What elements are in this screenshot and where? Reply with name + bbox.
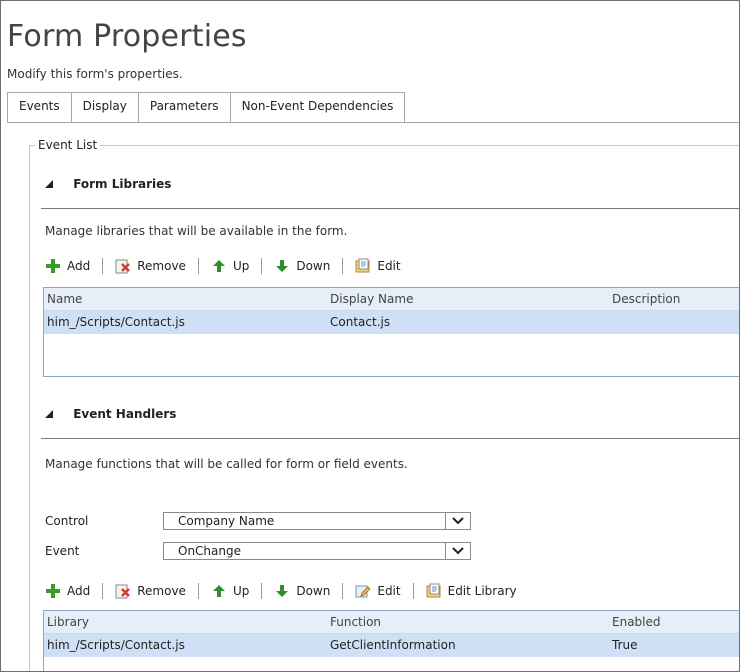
toolbar-separator — [342, 583, 344, 599]
edit-label: Edit — [377, 259, 401, 273]
remove-icon — [115, 583, 131, 599]
tab-non-event-dependencies[interactable]: Non-Event Dependencies — [229, 92, 406, 122]
control-select[interactable]: Company Name — [163, 512, 471, 530]
move-up-button[interactable]: Up — [211, 583, 249, 599]
edit-library-button[interactable]: Edit Library — [426, 583, 517, 599]
move-down-button[interactable]: Down — [274, 258, 330, 274]
down-label: Down — [296, 584, 331, 598]
chevron-down-icon[interactable] — [445, 543, 470, 559]
grid-header: Name Display Name Description — [44, 288, 739, 311]
remove-library-button[interactable]: Remove — [115, 258, 186, 274]
chevron-down-icon[interactable] — [445, 513, 470, 529]
add-library-button[interactable]: Add — [45, 258, 90, 274]
page-subtitle: Modify this form's properties. — [7, 67, 183, 81]
cell-library: him_/Scripts/Contact.js — [47, 638, 185, 652]
remove-label: Remove — [137, 259, 186, 273]
table-row[interactable]: him_/Scripts/Contact.js Contact.js — [44, 311, 739, 334]
column-header-description[interactable]: Description — [612, 288, 680, 310]
add-icon — [45, 583, 61, 599]
cell-name: him_/Scripts/Contact.js — [47, 315, 185, 329]
page-title: Form Properties — [7, 19, 247, 54]
move-down-button[interactable]: Down — [274, 583, 330, 599]
toolbar-separator — [342, 258, 344, 274]
arrow-down-icon — [274, 258, 290, 274]
control-select-value: Company Name — [178, 514, 275, 528]
collapse-triangle-icon[interactable] — [45, 177, 59, 191]
tab-parameters[interactable]: Parameters — [137, 92, 231, 122]
column-header-enabled[interactable]: Enabled — [612, 611, 661, 633]
tab-strip: Events Display Parameters Non-Event Depe… — [7, 92, 406, 123]
collapse-triangle-icon[interactable] — [45, 407, 59, 421]
toolbar-separator — [102, 583, 104, 599]
add-handler-button[interactable]: Add — [45, 583, 90, 599]
control-label: Control — [45, 514, 89, 528]
form-libraries-header[interactable]: Form Libraries — [45, 177, 171, 191]
toolbar-separator — [197, 583, 199, 599]
edit-handler-button[interactable]: Edit — [355, 583, 401, 599]
column-header-library[interactable]: Library — [47, 611, 89, 633]
event-label: Event — [45, 544, 80, 558]
event-select[interactable]: OnChange — [163, 542, 471, 560]
event-handlers-description: Manage functions that will be called for… — [45, 457, 408, 471]
cell-enabled: True — [612, 638, 638, 652]
toolbar-separator — [261, 258, 263, 274]
table-row[interactable]: him_/Scripts/Contact.js GetClientInforma… — [44, 634, 739, 657]
toolbar-separator — [102, 258, 104, 274]
event-handlers-heading: Event Handlers — [73, 407, 177, 421]
section-divider — [41, 208, 739, 209]
section-divider — [41, 438, 739, 439]
remove-icon — [115, 258, 131, 274]
toolbar-separator — [412, 583, 414, 599]
cell-display-name: Contact.js — [330, 315, 391, 329]
column-header-name[interactable]: Name — [47, 288, 82, 310]
add-label: Add — [67, 259, 91, 273]
add-icon — [45, 258, 61, 274]
grid-header: Library Function Enabled — [44, 611, 739, 634]
event-handlers-toolbar: Add Remove Up Down Edit Edit Library — [45, 581, 517, 601]
arrow-up-icon — [211, 583, 227, 599]
event-select-value: OnChange — [178, 544, 241, 558]
toolbar-separator — [261, 583, 263, 599]
event-handlers-grid: Library Function Enabled him_/Scripts/Co… — [43, 610, 739, 671]
event-list-legend: Event List — [35, 138, 101, 152]
form-properties-dialog: Form Properties Modify this form's prope… — [0, 0, 740, 672]
form-libraries-heading: Form Libraries — [73, 177, 172, 191]
edit-library-label: Edit Library — [447, 584, 517, 598]
toolbar-separator — [197, 258, 199, 274]
remove-label: Remove — [137, 584, 186, 598]
form-libraries-description: Manage libraries that will be available … — [45, 224, 348, 238]
edit-library-button[interactable]: Edit — [355, 258, 401, 274]
form-libraries-grid: Name Display Name Description him_/Scrip… — [43, 287, 739, 377]
tab-events[interactable]: Events — [7, 92, 72, 123]
edit-library-icon — [426, 583, 442, 599]
event-handlers-header[interactable]: Event Handlers — [45, 407, 176, 421]
down-label: Down — [296, 259, 331, 273]
column-header-function[interactable]: Function — [330, 611, 381, 633]
edit-pencil-icon — [355, 583, 371, 599]
remove-handler-button[interactable]: Remove — [115, 583, 186, 599]
tab-divider — [7, 122, 739, 123]
up-label: Up — [232, 259, 250, 273]
up-label: Up — [232, 584, 250, 598]
add-label: Add — [67, 584, 91, 598]
edit-library-icon — [355, 258, 371, 274]
tab-display[interactable]: Display — [70, 92, 139, 122]
column-header-display-name[interactable]: Display Name — [330, 288, 413, 310]
cell-function: GetClientInformation — [330, 638, 456, 652]
arrow-up-icon — [211, 258, 227, 274]
arrow-down-icon — [274, 583, 290, 599]
edit-label: Edit — [377, 584, 401, 598]
form-libraries-toolbar: Add Remove Up Down Edit — [45, 256, 401, 276]
move-up-button[interactable]: Up — [211, 258, 249, 274]
